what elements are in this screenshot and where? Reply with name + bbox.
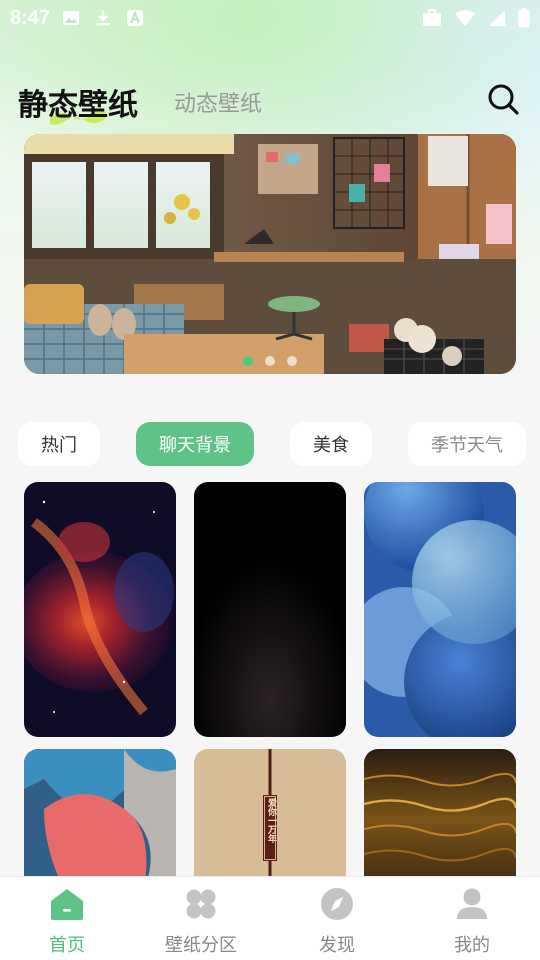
banner-image [24, 134, 516, 374]
work-profile-icon [422, 9, 442, 27]
grid-icon [183, 887, 219, 925]
download-notification-icon [94, 9, 112, 27]
nav-home[interactable]: 首页 [17, 887, 117, 957]
category-label: 季节天气 [431, 435, 503, 456]
user-icon [454, 887, 490, 925]
bottom-navigation: 首页 壁纸分区 发现 我的 [0, 876, 540, 960]
home-icon [49, 887, 85, 925]
category-label: 美食 [313, 435, 349, 456]
search-icon[interactable] [486, 82, 520, 116]
wifi-icon [454, 9, 476, 27]
compass-icon [319, 887, 355, 925]
wallpaper-card-golden-water[interactable] [364, 749, 516, 876]
signal-icon [488, 9, 506, 27]
status-time: 8:47 [10, 6, 51, 29]
pagination-dot[interactable] [243, 356, 253, 366]
status-bar: 8:47 [0, 0, 540, 36]
category-chat-background[interactable]: 聊天背景 [136, 422, 254, 466]
category-hot[interactable]: 热门 [18, 422, 100, 466]
wallpaper-card-dark-gradient[interactable] [194, 482, 346, 737]
nav-wallpaper-sections[interactable]: 壁纸分区 [151, 887, 251, 957]
category-food[interactable]: 美食 [290, 422, 372, 466]
wallpaper-grid: 爱你一万年 [24, 482, 516, 876]
nav-label: 发现 [319, 935, 355, 956]
category-tabs: 热门 聊天背景 美食 季节天气 [0, 422, 540, 468]
header: 静态壁纸 动态壁纸 [0, 72, 540, 128]
nav-discover[interactable]: 发现 [287, 887, 387, 957]
nav-label: 首页 [49, 935, 85, 956]
category-seasons-weather[interactable]: 季节天气 [408, 422, 526, 466]
banner-pagination [24, 356, 516, 366]
tab-dynamic-wallpaper[interactable]: 动态壁纸 [174, 86, 262, 118]
nav-me[interactable]: 我的 [422, 887, 522, 957]
featured-banner[interactable] [24, 134, 516, 374]
wallpaper-text: 爱你一万年 [266, 798, 276, 843]
app-notification-icon [126, 9, 144, 27]
wallpaper-card-nebula[interactable] [24, 482, 176, 737]
tab-static-wallpaper[interactable]: 静态壁纸 [18, 80, 138, 124]
nav-label: 我的 [454, 935, 490, 956]
image-notification-icon [62, 9, 80, 27]
wallpaper-card-love-you-forever[interactable]: 爱你一万年 [194, 749, 346, 876]
nav-label: 壁纸分区 [165, 935, 237, 956]
category-label: 热门 [41, 435, 77, 456]
wallpaper-card-blue-spheres[interactable] [364, 482, 516, 737]
category-label: 聊天背景 [159, 435, 231, 456]
pagination-dot[interactable] [287, 356, 297, 366]
battery-icon [518, 8, 530, 28]
wallpaper-card-abstract-brushstrokes[interactable] [24, 749, 176, 876]
pagination-dot[interactable] [265, 356, 275, 366]
